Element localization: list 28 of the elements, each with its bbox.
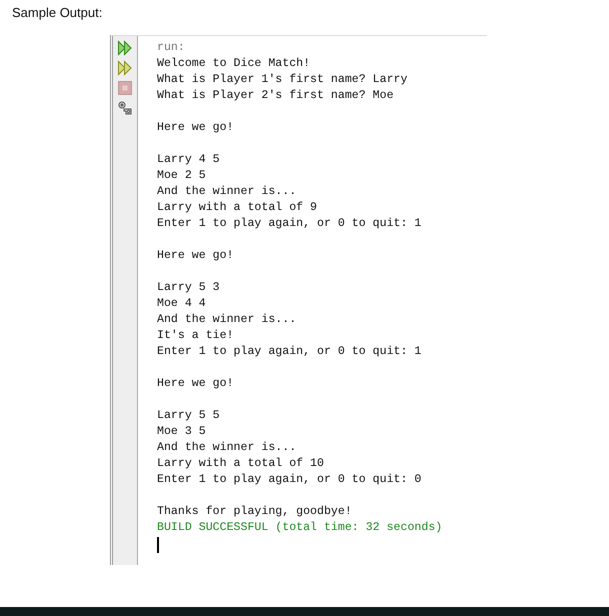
console-line: Larry 4 5	[157, 152, 220, 168]
console-line: And the winner is...	[157, 184, 296, 200]
console-line: It's a tie!	[157, 328, 234, 344]
console-line: Thanks for playing, goodbye!	[157, 504, 352, 520]
console-line: Enter 1 to play again, or 0 to quit: 1	[157, 344, 422, 360]
console-line: Larry with a total of 9	[157, 200, 318, 216]
console-line: Here we go!	[157, 376, 234, 392]
console-line: Larry 5 3	[157, 280, 220, 296]
console-line: What is Player 1's first name? Larry	[157, 72, 408, 88]
console-line: Larry with a total of 10	[157, 456, 324, 472]
double-arrow-icon[interactable]	[117, 40, 133, 56]
console-line: And the winner is...	[157, 440, 296, 456]
console-line: Welcome to Dice Match!	[157, 56, 310, 72]
settings-icon[interactable]	[117, 100, 133, 116]
page-heading: Sample Output:	[11, 4, 104, 22]
console-line: Moe 2 5	[157, 168, 206, 184]
console-line: BUILD SUCCESSFUL (total time: 32 seconds)	[157, 520, 442, 536]
console-line: Larry 5 5	[157, 408, 220, 424]
console-line: Moe 4 4	[157, 296, 206, 312]
console-line: What is Player 2's first name? Moe	[157, 88, 394, 104]
console-line: Here we go!	[157, 120, 234, 136]
console-line: Moe 3 5	[157, 424, 206, 440]
console-line: run:	[157, 40, 185, 56]
console-line: And the winner is...	[157, 312, 296, 328]
console-line: Enter 1 to play again, or 0 to quit: 0	[157, 472, 422, 488]
double-arrow-icon[interactable]	[117, 60, 133, 76]
console-line: Here we go!	[157, 248, 234, 264]
console-line: Enter 1 to play again, or 0 to quit: 1	[157, 216, 422, 232]
